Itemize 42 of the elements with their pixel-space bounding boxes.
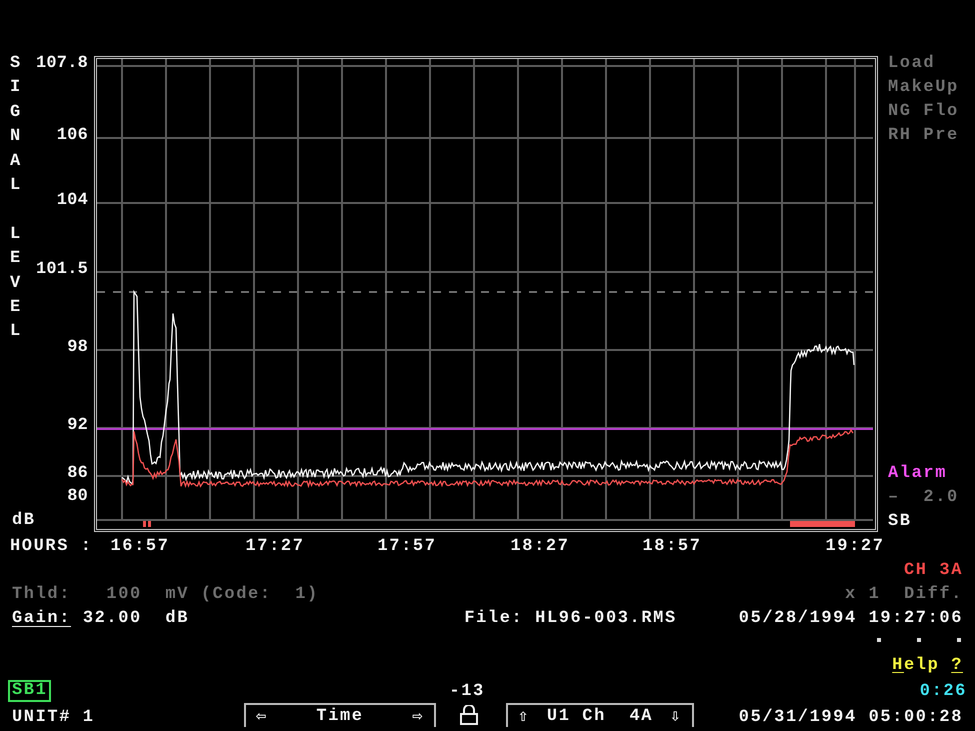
legend-item: NG Flo xyxy=(888,101,960,123)
legend-item: RH Pre xyxy=(888,125,960,147)
axis-tick-label: 107.8 xyxy=(36,55,88,73)
axis-tick-label: 18:57 xyxy=(642,537,702,556)
file-name: File: HL96-003.RMS xyxy=(464,608,677,628)
axis-tick-label: 80 xyxy=(67,488,88,506)
legend-item: Load xyxy=(888,53,936,75)
axis-title: HOURS : xyxy=(9,536,94,556)
unit-label: dB xyxy=(12,512,36,530)
offset-value: -13 xyxy=(449,682,485,700)
time-control[interactable]: ⇦ Time ⇨ xyxy=(244,703,436,727)
baseline-label: SB xyxy=(888,511,913,533)
axis-tick-label: 98 xyxy=(67,339,88,357)
axis-tick-label: 18:27 xyxy=(510,537,570,556)
alarm-label: Alarm xyxy=(888,463,948,485)
gain-label: Gain: xyxy=(12,608,72,628)
legend-item: MakeUp xyxy=(888,77,960,99)
axis-tick-label: 104 xyxy=(56,192,88,210)
axis-tick-label: 86 xyxy=(67,465,88,483)
start-time: 05/28/1994 19:27:06 xyxy=(738,608,963,628)
elapsed-time: 0:26 xyxy=(920,682,967,700)
unit-label: UNIT# 1 xyxy=(12,708,96,727)
axis-tick-label: 106 xyxy=(56,127,88,145)
channel-label: CH 3A xyxy=(904,560,963,580)
axis-tick-label: 16:57 xyxy=(110,537,170,556)
channel-control[interactable]: ⇧ U1 Ch 4A ⇩ xyxy=(506,703,694,727)
axis-tick-label: 19:27 xyxy=(826,537,884,556)
event-marker xyxy=(790,521,855,527)
axis-tick-label: 92 xyxy=(67,417,88,435)
help-link[interactable]: Help ? xyxy=(892,656,963,674)
axis-title: SIGNAL LEVEL xyxy=(10,53,23,344)
lock-icon xyxy=(460,705,478,725)
alarm-value: – 2.0 xyxy=(888,487,960,509)
end-time: 05/31/1994 05:00:28 xyxy=(738,708,963,727)
status-badge: SB1 xyxy=(8,680,52,702)
gain-value: 32.00 dB xyxy=(82,608,190,628)
axis-tick-label: 17:57 xyxy=(378,537,436,556)
axis-tick-label: 101.5 xyxy=(36,261,88,279)
axis-tick-label: 17:27 xyxy=(246,537,304,556)
scale-text: x 1 Diff. xyxy=(844,584,963,604)
threshold-text: Thld: 100 mV (Code: 1) xyxy=(12,584,319,604)
event-marker xyxy=(143,521,151,527)
